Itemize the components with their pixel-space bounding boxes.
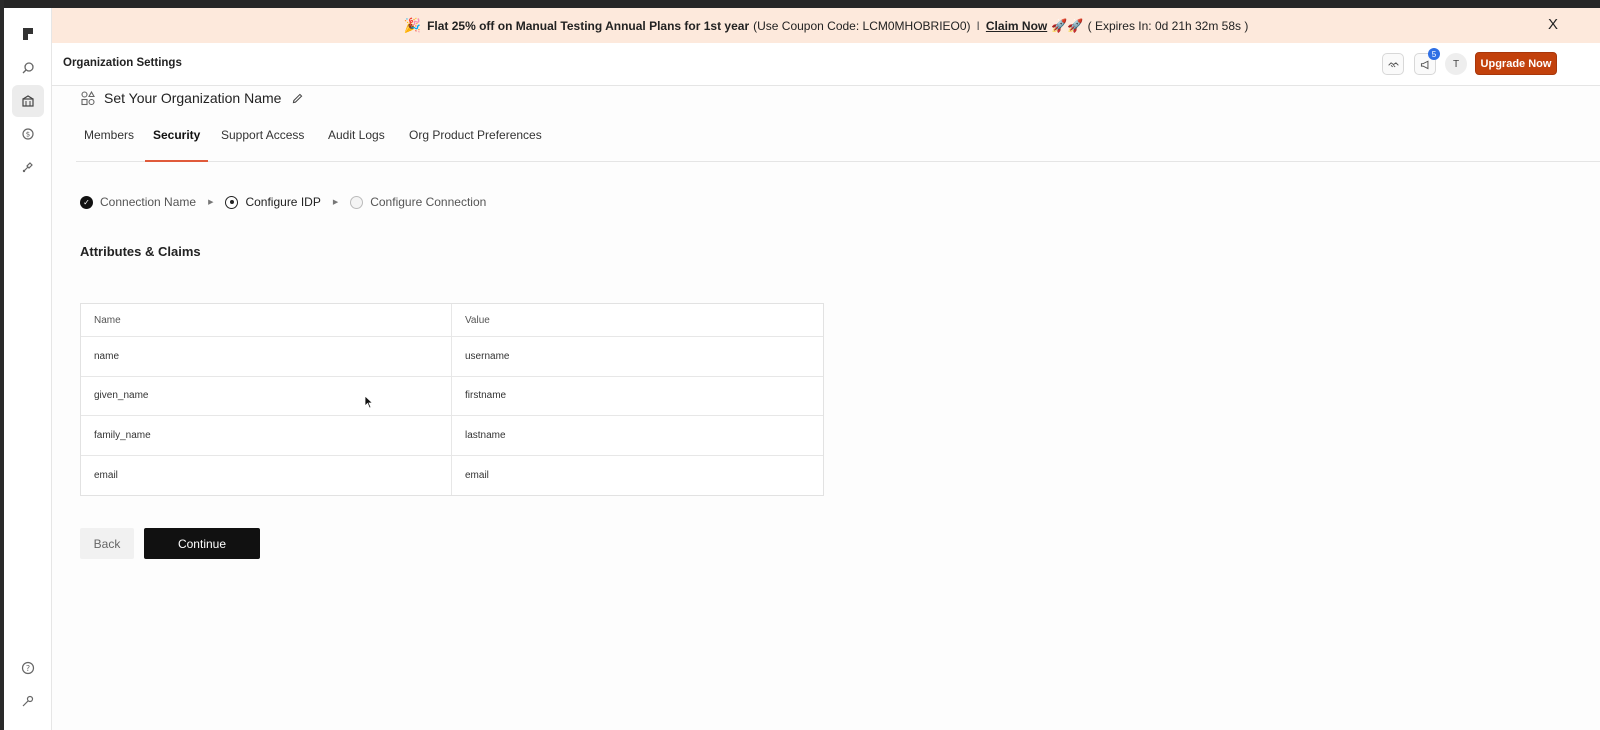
claim-value-cell: email xyxy=(465,469,489,481)
table-row: name username xyxy=(81,337,823,377)
claim-name-cell: given_name xyxy=(81,376,452,415)
mouse-cursor-icon xyxy=(364,395,374,409)
caret-right-icon: ▶ xyxy=(332,199,339,206)
column-header-value: Value xyxy=(465,314,490,326)
table-row: email email xyxy=(81,455,823,495)
sidebar-key-icon[interactable] xyxy=(12,685,44,717)
claim-value-cell: lastname xyxy=(465,429,506,441)
sidebar-integrations-icon[interactable] xyxy=(12,151,44,183)
promo-text: Flat 25% off on Manual Testing Annual Pl… xyxy=(427,18,750,33)
banner-close-button[interactable]: X xyxy=(1548,16,1558,33)
pencil-edit-icon[interactable] xyxy=(291,92,304,105)
section-title: Attributes & Claims xyxy=(80,244,201,259)
coupon-text: (Use Coupon Code: LCM0MHOBRIEO0) xyxy=(753,18,971,33)
main-content: 🎉 Flat 25% off on Manual Testing Annual … xyxy=(52,8,1600,730)
table-row: given_name firstname xyxy=(81,376,823,416)
tab-members[interactable]: Members xyxy=(76,120,142,162)
upgrade-now-button[interactable]: Upgrade Now xyxy=(1475,52,1557,75)
party-popper-icon: 🎉 xyxy=(403,17,422,33)
claim-value-cell: firstname xyxy=(465,390,507,402)
notification-badge: 5 xyxy=(1428,48,1440,60)
claim-name-cell: name xyxy=(81,337,452,376)
attributes-claims-table: Name Value name username given_name firs… xyxy=(80,303,824,496)
caret-right-icon: ▶ xyxy=(208,199,214,206)
column-header-name: Name xyxy=(81,304,452,336)
svg-text:$: $ xyxy=(26,131,30,139)
left-sidebar: $ ? xyxy=(4,8,52,730)
expires-countdown: ( Expires In: 0d 21h 32m 58s ) xyxy=(1087,18,1249,33)
claim-name-cell: email xyxy=(81,455,452,495)
page-header: Organization Settings 5 T Upgrade Now xyxy=(52,43,1600,86)
app-logo-icon[interactable] xyxy=(12,18,44,50)
claim-now-link[interactable]: Claim Now xyxy=(986,19,1047,33)
radio-empty-icon xyxy=(350,195,364,209)
organization-name-label: Set Your Organization Name xyxy=(104,90,282,106)
settings-tabs: Members Security Support Access Audit Lo… xyxy=(76,120,1600,162)
sidebar-organization-icon[interactable] xyxy=(12,85,44,117)
avatar[interactable]: T xyxy=(1445,53,1467,75)
app-window: $ ? 🎉 Flat 25% off on Manual Testing Ann… xyxy=(0,0,1600,730)
promo-banner: 🎉 Flat 25% off on Manual Testing Annual … xyxy=(52,8,1600,43)
step-label: Configure IDP xyxy=(245,195,321,209)
checkmark-icon: ✓ xyxy=(80,195,93,209)
table-row: family_name lastname xyxy=(81,416,823,456)
sidebar-search-icon[interactable] xyxy=(12,52,44,84)
step-configure-idp: Configure IDP xyxy=(225,195,321,209)
back-button[interactable]: Back xyxy=(80,528,134,559)
rocket-icon: 🚀🚀 xyxy=(1051,17,1084,33)
organization-name-row: Set Your Organization Name xyxy=(80,90,304,106)
claim-name-cell: family_name xyxy=(81,416,452,455)
sidebar-help-icon[interactable]: ? xyxy=(12,652,44,684)
svg-text:?: ? xyxy=(26,664,30,673)
table-header-row: Name Value xyxy=(81,304,823,337)
tab-audit-logs[interactable]: Audit Logs xyxy=(320,120,393,162)
claim-value-cell: username xyxy=(465,350,510,362)
banner-separator: I xyxy=(976,18,980,33)
tab-security[interactable]: Security xyxy=(145,120,209,162)
step-label: Configure Connection xyxy=(370,195,487,209)
browser-top-strip xyxy=(0,0,1600,8)
radio-current-icon xyxy=(225,195,239,209)
page-title: Organization Settings xyxy=(63,57,182,69)
sidebar-billing-icon[interactable]: $ xyxy=(12,118,44,150)
handshake-icon[interactable] xyxy=(1382,53,1404,75)
setup-stepper: ✓ Connection Name ▶ Configure IDP ▶ Conf… xyxy=(80,195,486,209)
tab-org-product-preferences[interactable]: Org Product Preferences xyxy=(401,120,550,162)
continue-button[interactable]: Continue xyxy=(144,528,260,559)
announcement-icon[interactable]: 5 xyxy=(1414,48,1440,75)
shapes-icon xyxy=(81,90,95,106)
tab-support-access[interactable]: Support Access xyxy=(213,120,312,162)
step-label: Connection Name xyxy=(100,195,197,209)
step-configure-connection: Configure Connection xyxy=(350,195,486,209)
step-connection-name: ✓ Connection Name xyxy=(80,195,196,209)
